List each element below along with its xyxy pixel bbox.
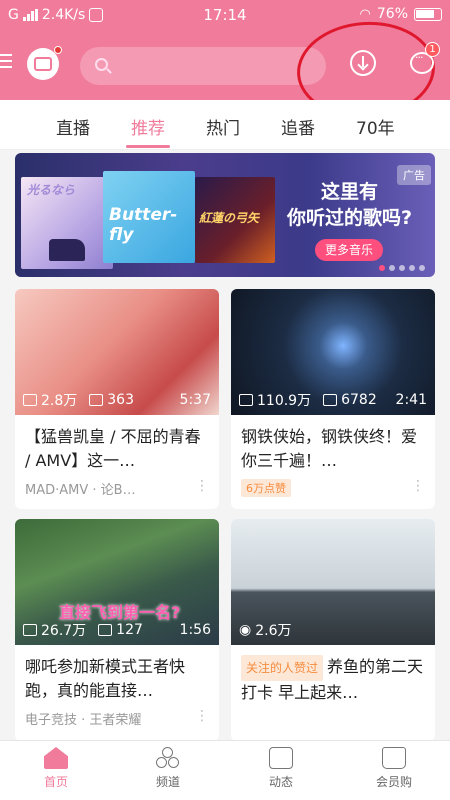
nav-home-label: 首页 xyxy=(43,775,68,789)
video-card[interactable]: ◉ 2.6万 关注的人赞过 养鱼的第二天 打卡 早上起来… xyxy=(231,519,435,741)
nav-shop[interactable]: 会员购 xyxy=(354,747,434,790)
carousel-indicator xyxy=(379,265,425,271)
video-thumbnail: 直接飞到第一名? 26.7万 127 1:56 xyxy=(15,519,219,645)
video-title[interactable]: 【猛兽凯皇 / 不屈的青春 / AMV】这一… xyxy=(25,425,211,473)
battery-percent: 76% xyxy=(376,6,408,22)
nav-dynamic[interactable]: 动态 xyxy=(241,747,321,790)
view-count: 26.7万 xyxy=(41,623,87,639)
video-category: MAD·AMV · 论B… xyxy=(25,483,136,498)
piano-illustration xyxy=(49,239,85,261)
video-thumbnail: 110.9万 6782 2:41 xyxy=(231,289,435,415)
home-icon xyxy=(44,747,68,769)
play-count-icon xyxy=(23,624,37,636)
ad-label: 广告 xyxy=(397,165,431,185)
tab-bangumi[interactable]: 追番 xyxy=(281,114,315,139)
search-input[interactable] xyxy=(80,47,326,85)
danmaku-count: 127 xyxy=(116,622,143,638)
video-footer: 6万点赞 xyxy=(241,479,427,497)
nav-channel-label: 频道 xyxy=(155,775,180,789)
video-card[interactable]: 110.9万 6782 2:41 钢铁侠始，钢铁侠终！爱你三千遍！… 6万点赞 … xyxy=(231,289,435,509)
more-options-icon[interactable]: ⋮ xyxy=(195,709,209,723)
album-cover-2: Butter-fly xyxy=(103,171,195,263)
play-count-icon xyxy=(23,394,37,406)
video-thumbnail: ◉ 2.6万 xyxy=(231,519,435,645)
view-count: 2.8万 xyxy=(41,393,78,409)
more-music-button[interactable]: 更多音乐 xyxy=(315,239,384,261)
avatar-notification-dot xyxy=(54,46,62,54)
app-header: 1 xyxy=(0,17,450,123)
video-title[interactable]: 哪吒参加新模式王者快跑，真的能直接… xyxy=(25,655,211,703)
tv-icon xyxy=(34,57,52,71)
danmaku-icon xyxy=(98,624,113,636)
battery-icon xyxy=(414,7,442,21)
play-count-icon xyxy=(239,394,253,406)
tab-70-years[interactable]: 70年 xyxy=(356,114,395,139)
dynamic-icon xyxy=(269,747,293,769)
nav-dynamic-label: 动态 xyxy=(268,775,293,789)
shopping-bag-icon xyxy=(382,747,406,769)
view-count: 2.6万 xyxy=(255,623,292,639)
video-category: 电子竞技 · 王者荣耀 xyxy=(25,713,142,728)
danmaku-count: 6782 xyxy=(341,392,377,408)
album-2-title: Butter-fly xyxy=(109,205,178,245)
banner-headline: 这里有 你听过的歌吗? xyxy=(287,179,412,231)
bottom-navigation: 首页 频道 动态 会员购 xyxy=(0,740,450,800)
view-count: 110.9万 xyxy=(257,393,312,409)
album-cover-3: 紅蓮の弓矢 xyxy=(195,177,275,263)
tab-live[interactable]: 直播 xyxy=(56,114,90,139)
music-ad-banner[interactable]: 光るなら Butter-fly 紅蓮の弓矢 这里有 你听过的歌吗? 更多音乐 广… xyxy=(15,153,435,277)
nav-channel[interactable]: 频道 xyxy=(128,747,208,790)
nav-shop-label: 会员购 xyxy=(375,775,412,789)
video-card[interactable]: 2.8万 363 5:37 【猛兽凯皇 / 不屈的青春 / AMV】这一… MA… xyxy=(15,289,219,509)
danmaku-icon xyxy=(89,394,104,406)
wifi-icon: ◠ xyxy=(359,6,371,22)
video-stats: 2.8万 363 5:37 xyxy=(23,390,211,410)
more-options-icon[interactable]: ⋮ xyxy=(411,479,425,493)
video-duration: 5:37 xyxy=(179,392,211,408)
avatar[interactable] xyxy=(27,46,62,80)
menu-icon[interactable] xyxy=(0,54,12,68)
video-duration: 1:56 xyxy=(179,622,211,638)
video-stats: ◉ 2.6万 xyxy=(239,620,427,640)
search-icon xyxy=(95,58,108,71)
more-options-icon[interactable]: ⋮ xyxy=(195,479,209,493)
danmaku-count: 363 xyxy=(107,392,134,408)
category-tabs: 直播 推荐 热门 追番 70年 xyxy=(0,100,450,150)
video-card[interactable]: 直接飞到第一名? 26.7万 127 1:56 哪吒参加新模式王者快跑，真的能直… xyxy=(15,519,219,741)
video-stats: 110.9万 6782 2:41 xyxy=(239,390,427,410)
nav-home[interactable]: 首页 xyxy=(16,747,96,790)
video-title[interactable]: 钢铁侠始，钢铁侠终！爱你三千遍！… xyxy=(241,425,427,473)
danmaku-icon xyxy=(323,394,338,406)
active-tab-indicator xyxy=(126,145,170,148)
video-duration: 2:41 xyxy=(395,392,427,408)
likes-badge: 6万点赞 xyxy=(241,479,291,497)
album-cover-1: 光るなら xyxy=(21,177,113,269)
banner-headline-line1: 这里有 xyxy=(321,181,379,203)
eye-icon: ◉ xyxy=(239,622,252,638)
status-right: ◠ 76% xyxy=(360,6,442,22)
tab-recommend[interactable]: 推荐 xyxy=(131,114,165,139)
tab-hot[interactable]: 热门 xyxy=(206,114,240,139)
video-stats: 26.7万 127 1:56 xyxy=(23,620,211,640)
video-thumbnail: 2.8万 363 5:37 xyxy=(15,289,219,415)
banner-headline-line2: 你听过的歌吗? xyxy=(287,207,413,229)
album-1-title: 光るなら xyxy=(27,183,76,197)
album-3-title: 紅蓮の弓矢 xyxy=(199,211,260,225)
message-count-badge: 1 xyxy=(425,42,440,57)
followed-liked-badge: 关注的人赞过 xyxy=(241,655,324,681)
channel-icon xyxy=(156,747,180,769)
video-title[interactable]: 关注的人赞过 养鱼的第二天 打卡 早上起来… xyxy=(241,655,427,705)
